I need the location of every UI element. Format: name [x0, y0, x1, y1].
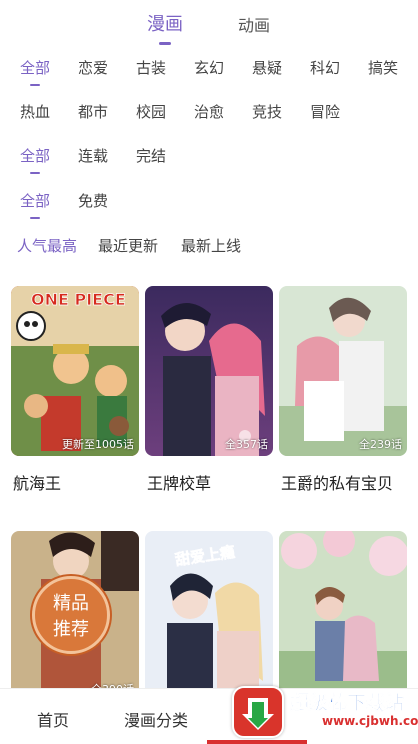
filter-theme-all[interactable]: 全部 — [20, 57, 51, 86]
episode-count: 全357话 — [225, 438, 268, 451]
filter-price-row: 全部 免费 — [0, 181, 418, 221]
filter-status-completed[interactable]: 完结 — [136, 145, 166, 166]
filter-status-all[interactable]: 全部 — [20, 145, 51, 174]
filter-label: 玄幻 — [194, 59, 225, 77]
one-piece-cover-art — [11, 286, 139, 456]
filter-theme-urban[interactable]: 都市 — [78, 101, 108, 122]
sakura-cover-art — [279, 531, 407, 701]
filter-active-underline — [30, 172, 40, 174]
nav-label: 漫画分类 — [124, 711, 189, 730]
filter-status-row: 全部 连载 完结 — [0, 136, 418, 176]
filter-label: 完结 — [136, 147, 167, 165]
badge-line-2: 推荐 — [53, 619, 89, 640]
nav-comic-category[interactable]: 漫画分类 — [124, 707, 188, 731]
nav-home[interactable]: 首页 — [37, 707, 69, 731]
filter-label: 全部 — [20, 192, 51, 210]
filter-theme-hot-blood[interactable]: 热血 — [20, 101, 50, 122]
filter-theme-campus[interactable]: 校园 — [136, 101, 166, 122]
noble-cover-art — [279, 286, 407, 456]
comic-title: 王牌校草 — [147, 474, 212, 493]
filter-label: 科幻 — [310, 59, 341, 77]
comic-cover: 全239话 — [279, 286, 407, 456]
top-tabs: 漫画 动画 — [0, 0, 418, 45]
episode-count: 更新至1005话 — [62, 438, 134, 451]
tab-comics[interactable]: 漫画 — [147, 10, 183, 45]
filter-label: 古装 — [136, 59, 167, 77]
romance-cover-art — [145, 286, 273, 456]
sort-row: 人气最高 最近更新 最新上线 — [0, 226, 418, 266]
tab-comics-label: 漫画 — [147, 14, 183, 35]
filter-theme-ancient[interactable]: 古装 — [136, 57, 166, 78]
filter-active-underline — [30, 84, 40, 86]
filter-label: 都市 — [78, 103, 109, 121]
filter-label: 恋爱 — [78, 59, 109, 77]
filter-label: 竞技 — [252, 103, 283, 121]
filter-theme-sports[interactable]: 竞技 — [252, 101, 282, 122]
comic-title: 王爵的私有宝贝 — [281, 474, 394, 493]
one-piece-logo: ONE PIECE — [31, 290, 126, 310]
filter-label: 治愈 — [194, 103, 225, 121]
sort-newest[interactable]: 最新上线 — [181, 235, 241, 256]
filter-label: 搞笑 — [368, 59, 399, 77]
filter-price-free[interactable]: 免费 — [78, 190, 108, 211]
filter-label: 全部 — [20, 59, 51, 77]
filter-theme-mystery[interactable]: 悬疑 — [252, 57, 282, 78]
filter-price-all[interactable]: 全部 — [20, 190, 51, 219]
tab-active-underline — [159, 42, 171, 45]
comic-cover: 全357话 — [145, 286, 273, 456]
filter-label: 全部 — [20, 147, 51, 165]
nav-label: 首页 — [37, 711, 70, 730]
comic-title: 航海王 — [13, 474, 62, 493]
watermark-logo-icon — [232, 686, 284, 738]
filter-label: 冒险 — [310, 103, 341, 121]
sort-label: 人气最高 — [17, 237, 78, 255]
filter-theme-romance[interactable]: 恋爱 — [78, 57, 108, 78]
filter-label: 连载 — [78, 147, 109, 165]
comic-cover — [279, 531, 407, 701]
comic-card[interactable]: ONE PIECE 更新至1005话 航海王 — [11, 286, 139, 493]
filter-label: 热血 — [20, 103, 51, 121]
nav-active-indicator — [207, 740, 307, 744]
filter-label: 免费 — [78, 192, 109, 210]
comic-cover: ONE PIECE 更新至1005话 — [11, 286, 139, 456]
watermark: 超级棒下载站 www.cjbwh.com — [232, 684, 418, 740]
filter-theme-scifi[interactable]: 科幻 — [310, 57, 340, 78]
comic-card[interactable]: 全239话 王爵的私有宝贝 — [279, 286, 407, 493]
tab-animation-label: 动画 — [238, 16, 271, 35]
sort-recent-update[interactable]: 最近更新 — [98, 235, 158, 256]
filter-label: 悬疑 — [252, 59, 283, 77]
comic-cover: 甜爱上瘾 — [145, 531, 273, 701]
filter-status-ongoing[interactable]: 连载 — [78, 145, 108, 166]
comic-card[interactable]: 全357话 王牌校草 — [145, 286, 273, 493]
badge-line-1: 精品 — [53, 593, 89, 614]
filter-active-underline — [30, 217, 40, 219]
filter-theme-row-2: 热血 都市 校园 治愈 竞技 冒险 — [0, 92, 418, 132]
comic-card[interactable] — [279, 531, 407, 701]
filter-theme-comedy[interactable]: 搞笑 — [368, 57, 398, 78]
filter-theme-adventure[interactable]: 冒险 — [310, 101, 340, 122]
recommend-badge: 精品 推荐 — [32, 576, 110, 654]
filter-theme-row: 全部 恋爱 古装 玄幻 悬疑 科幻 搞笑 — [0, 48, 418, 88]
sort-popular[interactable]: 人气最高 — [17, 235, 77, 256]
watermark-text: 超级棒下载站 — [290, 692, 405, 715]
episode-count: 全239话 — [359, 438, 402, 451]
sort-label: 最新上线 — [181, 237, 242, 255]
filter-label: 校园 — [136, 103, 167, 121]
comic-card[interactable]: 甜爱上瘾 — [145, 531, 273, 701]
filter-theme-fantasy[interactable]: 玄幻 — [194, 57, 224, 78]
watermark-url: www.cjbwh.com — [322, 714, 418, 728]
sort-label: 最近更新 — [98, 237, 159, 255]
filter-theme-healing[interactable]: 治愈 — [194, 101, 224, 122]
tab-animation[interactable]: 动画 — [238, 12, 270, 36]
